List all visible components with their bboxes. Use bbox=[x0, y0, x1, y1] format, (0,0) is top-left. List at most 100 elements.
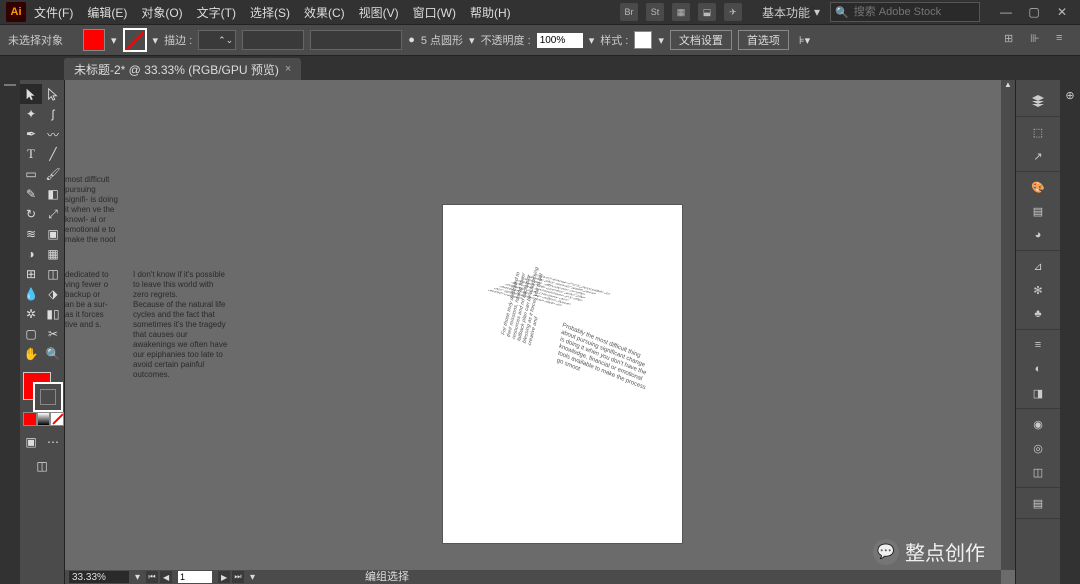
prev-artboard[interactable]: ◀ bbox=[160, 571, 172, 583]
artboard-number[interactable]: 1 bbox=[178, 571, 212, 583]
align-panel-icon[interactable]: ≡ bbox=[1029, 336, 1047, 354]
grid-icon[interactable]: ⊞ bbox=[1004, 32, 1020, 48]
zoom-level[interactable]: 33.33% bbox=[69, 571, 129, 583]
mesh-tool[interactable]: ⊞ bbox=[20, 264, 42, 284]
stroke-color[interactable] bbox=[33, 382, 63, 412]
doc-setup-button[interactable]: 文档设置 bbox=[670, 30, 732, 50]
layers-panel-icon[interactable] bbox=[1029, 92, 1047, 110]
align-icon[interactable]: ⊧▾ bbox=[799, 34, 810, 47]
screen-mode[interactable]: ▣ bbox=[20, 432, 42, 452]
canvas[interactable]: most difficult pursuing signifi- is doin… bbox=[65, 80, 1015, 584]
slice-tool[interactable]: ✂ bbox=[42, 324, 64, 344]
menu-object[interactable]: 对象(O) bbox=[141, 4, 182, 21]
menu-select[interactable]: 选择(S) bbox=[250, 4, 290, 21]
line-tool[interactable]: ╱ bbox=[42, 144, 64, 164]
brush-dd[interactable] bbox=[310, 30, 402, 50]
perspective-tool[interactable]: ▦ bbox=[42, 244, 64, 264]
symbol-sprayer-tool[interactable]: ✲ bbox=[20, 304, 42, 324]
menu-text[interactable]: 文字(T) bbox=[197, 4, 236, 21]
last-artboard[interactable]: ⏭ bbox=[232, 571, 244, 583]
minimize-button[interactable]: — bbox=[994, 3, 1018, 21]
menu-window[interactable]: 窗口(W) bbox=[413, 4, 456, 21]
color-mode[interactable] bbox=[23, 412, 37, 426]
blend-tool[interactable]: ⬗ bbox=[42, 284, 64, 304]
tab-close-icon[interactable]: × bbox=[285, 63, 291, 75]
zoom-tool[interactable]: 🔍 bbox=[42, 344, 64, 364]
brushes-panel-icon[interactable]: ⊿ bbox=[1029, 257, 1047, 275]
menu-view[interactable]: 视图(V) bbox=[359, 4, 399, 21]
width-tool[interactable]: ≋ bbox=[20, 224, 42, 244]
rotate-tool[interactable]: ↻ bbox=[20, 204, 42, 224]
fill-dropdown-icon[interactable]: ▾ bbox=[111, 34, 117, 47]
stock-icon[interactable]: St bbox=[646, 3, 664, 21]
shaper-tool[interactable]: ✎ bbox=[20, 184, 42, 204]
maximize-button[interactable]: ▢ bbox=[1022, 3, 1046, 21]
stroke-profile-dd[interactable] bbox=[242, 30, 304, 50]
stroke-swatch[interactable] bbox=[123, 28, 147, 52]
bridge-icon[interactable]: Br bbox=[620, 3, 638, 21]
next-artboard[interactable]: ▶ bbox=[218, 571, 230, 583]
send-icon[interactable]: ✈ bbox=[724, 3, 742, 21]
lasso-tool[interactable]: ʃ bbox=[42, 104, 64, 124]
graph-tool[interactable]: ▮▯ bbox=[42, 304, 64, 324]
first-artboard[interactable]: ⏮ bbox=[146, 571, 158, 583]
rectangle-tool[interactable]: ▭ bbox=[20, 164, 42, 184]
appearance-panel-icon[interactable]: ◉ bbox=[1029, 415, 1047, 433]
hand-tool[interactable]: ✋ bbox=[20, 344, 42, 364]
opacity-dd-icon[interactable]: ▾ bbox=[589, 34, 595, 47]
menu-help[interactable]: 帮助(H) bbox=[470, 4, 511, 21]
gpu-icon[interactable]: ⬓ bbox=[698, 3, 716, 21]
fill-stroke-control[interactable] bbox=[20, 370, 62, 410]
symbols-panel-icon[interactable]: ✻ bbox=[1029, 281, 1047, 299]
type-tool[interactable]: T bbox=[20, 144, 42, 164]
color-panel-icon[interactable]: 🎨 bbox=[1029, 178, 1047, 196]
style-swatch[interactable] bbox=[634, 31, 652, 49]
menu-edit[interactable]: 编辑(E) bbox=[87, 4, 127, 21]
stroke-panel-icon[interactable]: ♣ bbox=[1029, 305, 1047, 323]
workspace-switcher[interactable]: 基本功能▾ bbox=[762, 4, 820, 21]
zoom-dd-icon[interactable]: ▾ bbox=[135, 572, 140, 583]
draw-mode[interactable]: ◫ bbox=[20, 456, 64, 476]
snap-icon[interactable]: ⊪ bbox=[1030, 32, 1046, 48]
menu-file[interactable]: 文件(F) bbox=[34, 4, 73, 21]
free-transform-tool[interactable]: ▣ bbox=[42, 224, 64, 244]
eraser-tool[interactable]: ◧ bbox=[42, 184, 64, 204]
direct-selection-tool[interactable] bbox=[42, 84, 64, 104]
color-guide-icon[interactable]: ◕ bbox=[1029, 226, 1047, 244]
paintbrush-tool[interactable]: 🖌 bbox=[42, 164, 64, 184]
pen-tool[interactable]: ✒ bbox=[20, 124, 42, 144]
scale-tool[interactable]: ⤢ bbox=[42, 204, 64, 224]
gradient-mode[interactable] bbox=[37, 412, 51, 426]
artboard-tool[interactable]: ▢ bbox=[20, 324, 42, 344]
magic-wand-tool[interactable]: ✦ bbox=[20, 104, 42, 124]
libraries-panel-icon[interactable]: ⬚ bbox=[1029, 123, 1047, 141]
vertical-scrollbar[interactable]: ▲ bbox=[1001, 80, 1015, 570]
brush-dd-icon[interactable]: ▾ bbox=[469, 34, 475, 47]
stock-search[interactable]: 🔍 bbox=[830, 2, 980, 22]
prefs-button[interactable]: 首选项 bbox=[738, 30, 789, 50]
stock-search-input[interactable] bbox=[852, 5, 975, 19]
pathfinder-panel-icon[interactable]: ◫ bbox=[1029, 463, 1047, 481]
stroke-dropdown-icon[interactable]: ▾ bbox=[153, 34, 159, 47]
gradient-tool[interactable]: ◫ bbox=[42, 264, 64, 284]
artboard-nav-dd[interactable]: ▾ bbox=[250, 572, 255, 583]
shape-builder-tool[interactable]: ◑ bbox=[20, 244, 42, 264]
panel-menu-icon[interactable]: ≡ bbox=[1056, 32, 1072, 48]
transparency-panel-icon[interactable]: ◨ bbox=[1029, 384, 1047, 402]
graphic-styles-icon[interactable]: ◎ bbox=[1029, 439, 1047, 457]
opacity-input[interactable]: 100% bbox=[537, 33, 583, 48]
style-dd-icon[interactable]: ▾ bbox=[658, 34, 664, 47]
arrange-icon[interactable]: ▦ bbox=[672, 3, 690, 21]
menu-effect[interactable]: 效果(C) bbox=[304, 4, 345, 21]
none-mode[interactable] bbox=[50, 412, 64, 426]
selection-tool[interactable] bbox=[20, 84, 42, 104]
curvature-tool[interactable]: 〰 bbox=[42, 124, 64, 144]
close-button[interactable]: ✕ bbox=[1050, 3, 1074, 21]
stroke-weight-input[interactable]: ⌃⌄ bbox=[198, 30, 236, 50]
eyedropper-tool[interactable]: 💧 bbox=[20, 284, 42, 304]
edit-toolbar[interactable]: ⋯ bbox=[42, 432, 64, 452]
swatches-panel-icon[interactable]: ▤ bbox=[1029, 202, 1047, 220]
fill-swatch[interactable] bbox=[83, 29, 105, 51]
asset-export-icon[interactable]: ↗ bbox=[1029, 147, 1047, 165]
character-panel-icon[interactable]: ▤ bbox=[1029, 494, 1047, 512]
